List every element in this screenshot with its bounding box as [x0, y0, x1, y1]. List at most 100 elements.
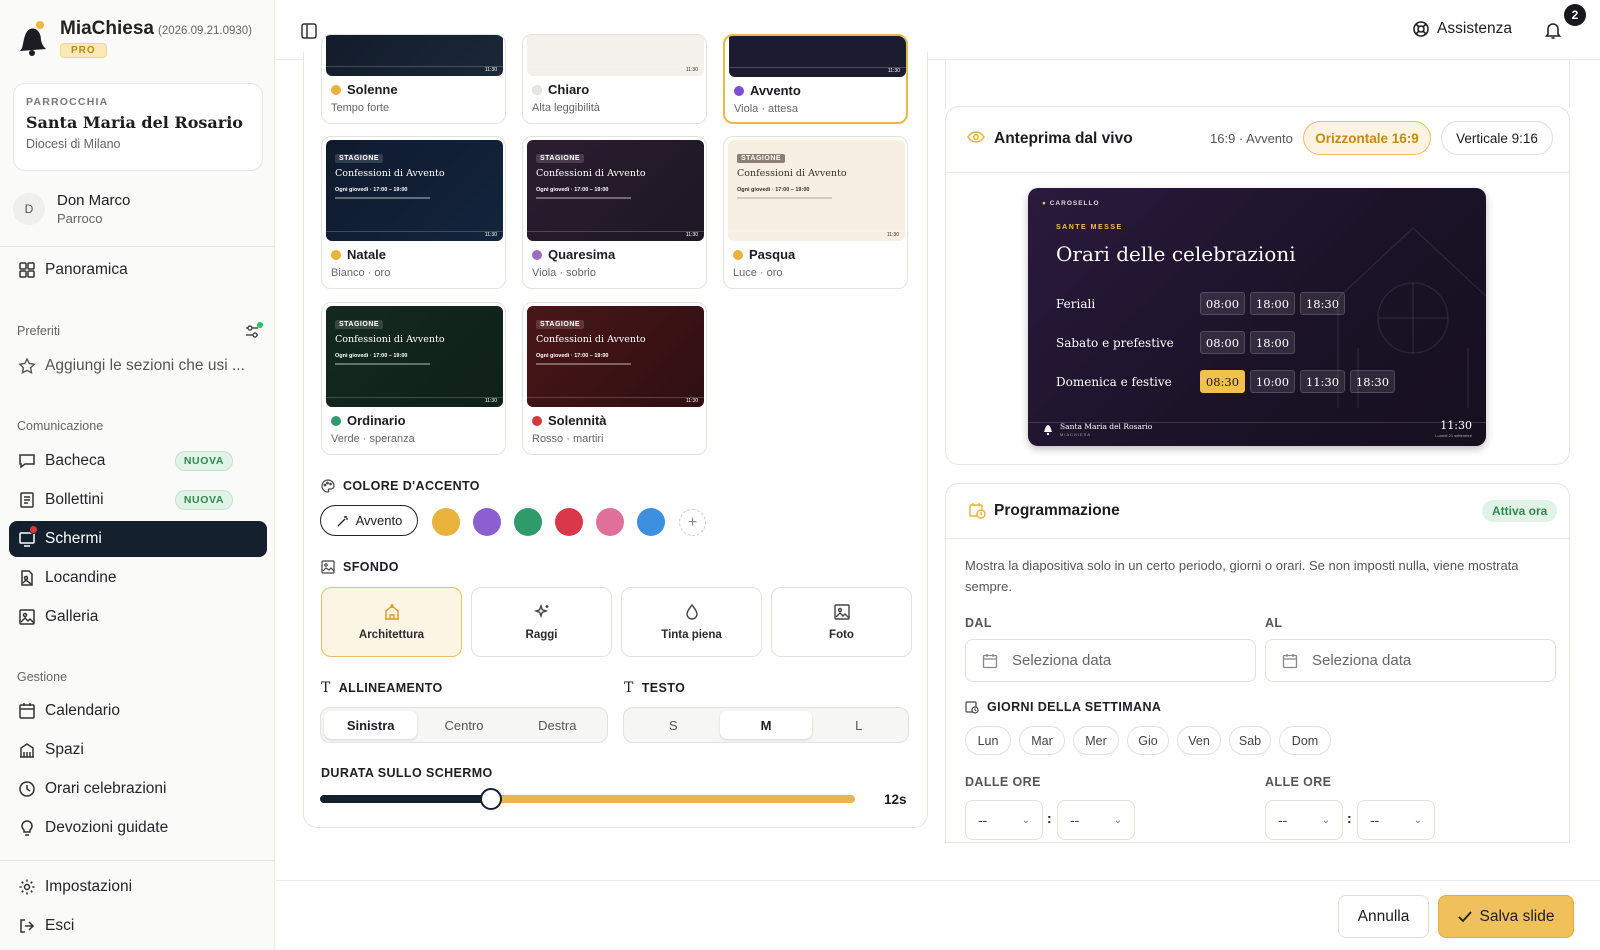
- weekday-chip-dom[interactable]: Dom: [1279, 726, 1331, 755]
- screen-clock: 11:30: [1440, 419, 1472, 432]
- bg-option-architettura[interactable]: Architettura: [321, 587, 462, 657]
- theme-name: Ordinario: [331, 413, 406, 428]
- theme-card-pasqua[interactable]: STAGIONE Confessioni di Avvento Ogni giove…: [723, 136, 908, 289]
- theme-name-text: Ordinario: [347, 413, 406, 428]
- weekday-chip-ven[interactable]: Ven: [1177, 726, 1221, 755]
- theme-name-text: Solenne: [347, 82, 398, 97]
- time-colon: :: [1347, 810, 1352, 826]
- cancel-button[interactable]: Annulla: [1338, 895, 1429, 938]
- user-profile[interactable]: D Don Marco Parroco: [13, 192, 130, 226]
- accent-swatch[interactable]: [637, 508, 665, 536]
- help-button[interactable]: Assistenza: [1412, 20, 1512, 38]
- bg-option-tinta[interactable]: Tinta piena: [621, 587, 762, 657]
- to-hour-select[interactable]: -- ⌄: [1265, 800, 1343, 840]
- accent-swatch[interactable]: [514, 508, 542, 536]
- thumb-tag: STAGIONE: [335, 320, 384, 329]
- bg-option-raggi[interactable]: Raggi: [471, 587, 612, 657]
- orientation-vertical[interactable]: Verticale 9:16: [1441, 121, 1553, 155]
- weekday-chip-mer[interactable]: Mer: [1073, 726, 1119, 755]
- nav-galleria[interactable]: Galleria: [9, 599, 267, 635]
- text-size-segmented: S M L: [623, 707, 909, 743]
- weekday-chip-mar[interactable]: Mar: [1019, 726, 1065, 755]
- orientation-horizontal[interactable]: Orizzontale 16:9: [1303, 121, 1431, 155]
- accent-swatch[interactable]: [596, 508, 624, 536]
- color-dot-icon: [331, 249, 341, 260]
- save-slide-label: Salva slide: [1479, 907, 1555, 925]
- magic-wand-icon: [337, 515, 348, 526]
- theme-thumbnail: STAGIONE Confessioni di Avvento Ogni giove…: [326, 140, 503, 241]
- from-hours-label: DALLE ORE: [965, 775, 1041, 789]
- new-badge: NUOVA: [174, 451, 233, 471]
- alignment-label-text: ALLINEAMENTO: [338, 681, 443, 695]
- notifications-bell-icon[interactable]: [1544, 20, 1562, 40]
- screen-footer-brand: MIACHIESA: [1060, 432, 1092, 437]
- accent-theme-pill[interactable]: Avvento: [320, 505, 418, 536]
- divider: [0, 860, 275, 861]
- calendar-icon: [982, 653, 998, 668]
- save-slide-button[interactable]: Salva slide: [1438, 895, 1574, 938]
- thumb-time: 11:30: [326, 66, 503, 76]
- text-size-s[interactable]: S: [627, 711, 720, 739]
- preview-meta: 16:9 · Avvento: [1210, 131, 1293, 146]
- theme-card-natale[interactable]: STAGIONE Confessioni di Avvento Ogni giove…: [321, 136, 506, 289]
- mass-times-row: Sabato e prefestive 08:00 18:00: [1056, 331, 1300, 354]
- plus-icon: +: [687, 513, 698, 531]
- nav-schermi[interactable]: Schermi: [9, 521, 267, 557]
- nav-orari[interactable]: Orari celebrazioni: [9, 771, 267, 807]
- theme-card-quaresima[interactable]: STAGIONE Confessioni di Avvento Ogni giove…: [522, 136, 707, 289]
- nav-label: Schermi: [45, 530, 102, 547]
- theme-card-chiaro[interactable]: STAGIONEConfessioni di AvventoOgni giove…: [522, 34, 707, 124]
- add-color-button[interactable]: +: [679, 509, 706, 536]
- nav-locandine[interactable]: Locandine: [9, 560, 267, 596]
- from-hour-select[interactable]: -- ⌄: [965, 800, 1043, 840]
- church-icon: [384, 604, 399, 620]
- background-label: SFONDO: [321, 560, 399, 574]
- parish-card[interactable]: PARROCCHIA Santa Maria del Rosario Dioce…: [13, 83, 263, 171]
- sidebar-toggle-icon[interactable]: [300, 22, 318, 40]
- nav-calendario[interactable]: Calendario: [9, 693, 267, 729]
- bg-option-foto[interactable]: Foto: [771, 587, 912, 657]
- duration-slider[interactable]: [320, 788, 855, 810]
- accent-swatch[interactable]: [473, 508, 501, 536]
- nav-label: Panoramica: [45, 261, 128, 278]
- favorites-add[interactable]: Aggiungi le sezioni che usi ...: [9, 348, 267, 384]
- theme-card-avvento[interactable]: STAGIONEConfessioni di AvventoOgni giove…: [723, 34, 908, 124]
- text-size-m[interactable]: M: [719, 711, 813, 739]
- thumb-time: 11:30: [326, 231, 503, 241]
- weekday-chip-lun[interactable]: Lun: [965, 726, 1011, 755]
- accent-swatch[interactable]: [555, 508, 583, 536]
- align-center[interactable]: Centro: [417, 711, 510, 739]
- mass-time-chip: 08:30: [1200, 370, 1245, 393]
- nav-impostazioni[interactable]: Impostazioni: [9, 869, 267, 905]
- thumb-rule: [737, 197, 832, 199]
- thumb-tag: STAGIONE: [737, 154, 786, 163]
- calendar-clock-icon: [965, 701, 979, 714]
- theme-card-solennità[interactable]: STAGIONE Confessioni di Avvento Ogni giove…: [522, 302, 707, 455]
- chevron-down-icon: ⌄: [1021, 814, 1030, 826]
- nav-esci[interactable]: Esci: [9, 908, 267, 944]
- alignment-segmented: Sinistra Centro Destra: [320, 707, 608, 743]
- theme-card-ordinario[interactable]: STAGIONE Confessioni di Avvento Ogni giove…: [321, 302, 506, 455]
- weekday-chip-sab[interactable]: Sab: [1229, 726, 1271, 755]
- theme-subtitle: Verde · speranza: [331, 433, 415, 445]
- customize-favorites-icon[interactable]: [244, 322, 264, 340]
- align-left[interactable]: Sinistra: [324, 711, 418, 739]
- nav-panoramica[interactable]: Panoramica: [9, 252, 267, 288]
- nav-bacheca[interactable]: Bacheca NUOVA: [9, 443, 267, 479]
- nav-devozioni[interactable]: Devozioni guidate: [9, 810, 267, 846]
- text-size-l[interactable]: L: [812, 711, 905, 739]
- weekday-chip-gio[interactable]: Gio: [1127, 726, 1169, 755]
- align-right[interactable]: Destra: [511, 711, 604, 739]
- accent-swatch[interactable]: [432, 508, 460, 536]
- nav-spazi[interactable]: Spazi: [9, 732, 267, 768]
- theme-card-solenne[interactable]: STAGIONEConfessioni di AvventoOgni giove…: [321, 34, 506, 124]
- carousel-kicker-text: CAROSELLO: [1049, 200, 1100, 207]
- nav-bollettini[interactable]: Bollettini NUOVA: [9, 482, 267, 518]
- type-icon: T: [624, 680, 634, 696]
- from-date-input[interactable]: Seleziona data: [965, 639, 1256, 682]
- from-minute-select[interactable]: -- ⌄: [1057, 800, 1135, 840]
- theme-name-text: Pasqua: [749, 247, 796, 262]
- to-minute-select[interactable]: -- ⌄: [1357, 800, 1435, 840]
- carousel-kicker: ● CAROSELLO: [1042, 200, 1100, 207]
- to-date-input[interactable]: Seleziona data: [1265, 639, 1556, 682]
